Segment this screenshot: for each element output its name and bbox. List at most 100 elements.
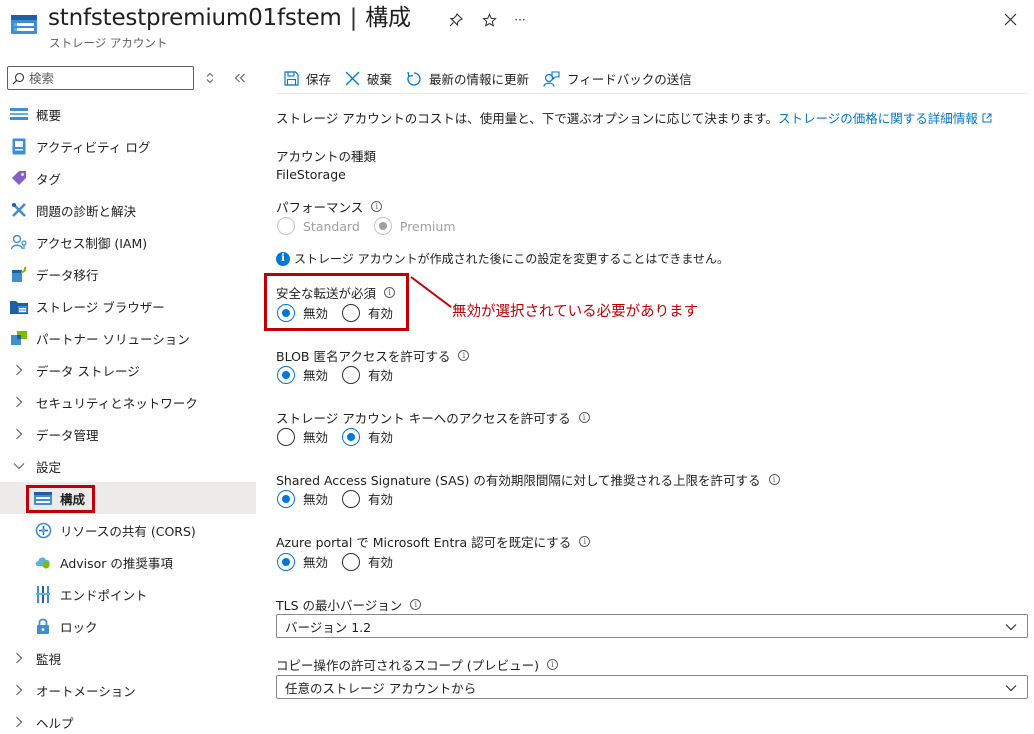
feedback-button[interactable]: フィードバックの送信 xyxy=(543,65,692,93)
sidebar-item-label: 設定 xyxy=(36,459,62,475)
sidebar-group-help[interactable]: ヘルプ xyxy=(0,706,256,734)
sidebar-item-tags[interactable]: タグ xyxy=(0,162,256,194)
sidebar-item-endpoints[interactable]: エンドポイント xyxy=(0,578,256,610)
chevron-right-icon xyxy=(12,681,26,699)
lock-icon xyxy=(34,617,52,635)
radio-label: 有効 xyxy=(368,492,394,507)
radio-off[interactable]: 無効 xyxy=(277,427,328,446)
sidebar-group-data-storage[interactable]: データ ストレージ xyxy=(0,354,256,386)
sidebar-item-overview[interactable]: 概要 xyxy=(0,98,256,130)
title-separator: | xyxy=(349,5,358,31)
storage-account-icon xyxy=(11,15,37,34)
storage-browser-icon xyxy=(10,297,28,315)
radio-on[interactable]: 有効 xyxy=(342,365,393,384)
radio-off[interactable]: 無効 xyxy=(277,303,328,322)
sidebar-item-diagnose[interactable]: 問題の診断と解決 xyxy=(0,194,256,226)
data-migration-icon xyxy=(10,265,28,283)
sidebar-item-label: 概要 xyxy=(36,107,62,123)
info-icon[interactable]: i xyxy=(578,412,590,423)
sidebar-item-advisor[interactable]: Advisor の推奨事項 xyxy=(0,546,256,578)
radio-on[interactable]: 有効 xyxy=(342,489,393,508)
radio-off[interactable]: 無効 xyxy=(277,365,328,384)
overview-icon xyxy=(10,105,28,123)
refresh-label: 最新の情報に更新 xyxy=(429,72,530,87)
favorite-button[interactable] xyxy=(479,10,499,30)
external-link-icon xyxy=(982,113,992,123)
copy-scope-dropdown[interactable]: 任意のストレージ アカウントから xyxy=(276,675,1028,699)
save-button[interactable]: 保存 xyxy=(284,65,331,93)
radio-off[interactable]: 無効 xyxy=(277,552,328,571)
radio-on[interactable]: 有効 xyxy=(342,552,393,571)
sort-toggle[interactable] xyxy=(201,69,219,87)
info-icon[interactable]: i xyxy=(384,287,396,298)
sidebar-group-security-networking[interactable]: セキュリティとネットワーク xyxy=(0,386,256,418)
search-input[interactable] xyxy=(29,70,179,86)
radio-label: 有効 xyxy=(368,430,394,445)
sidebar-group-data-management[interactable]: データ管理 xyxy=(0,418,256,450)
search-icon xyxy=(12,72,25,84)
close-button[interactable] xyxy=(1000,9,1020,29)
blob-anon-label: BLOB 匿名アクセスを許可する xyxy=(276,349,451,364)
sidebar-item-storage-browser[interactable]: ストレージ ブラウザー xyxy=(0,290,256,322)
radio-circle xyxy=(277,427,295,446)
radio-label: 無効 xyxy=(303,492,329,507)
radio-on[interactable]: 有効 xyxy=(342,427,393,446)
account-kind-value: FileStorage xyxy=(276,167,346,182)
save-icon xyxy=(284,71,299,86)
chevron-right-icon xyxy=(12,649,26,667)
radio-label: 無効 xyxy=(303,306,329,321)
sidebar-item-label: リソースの共有 (CORS) xyxy=(60,523,196,539)
sidebar-item-label: 監視 xyxy=(36,651,62,667)
radio-off[interactable]: 無効 xyxy=(277,489,328,508)
sidebar-group-monitoring[interactable]: 監視 xyxy=(0,642,256,674)
pricing-link[interactable]: ストレージの価格に関する詳細情報 xyxy=(778,111,992,126)
discard-button[interactable]: 破棄 xyxy=(345,65,392,93)
info-icon[interactable]: i xyxy=(410,599,422,610)
copy-scope-label: コピー操作の許可されるスコープ (プレビュー) xyxy=(276,658,539,673)
sidebar-item-cors[interactable]: リソースの共有 (CORS) xyxy=(0,514,256,546)
sidebar-group-settings[interactable]: 設定 xyxy=(0,450,256,482)
diagnose-icon xyxy=(10,201,28,219)
sidebar-group-automation[interactable]: オートメーション xyxy=(0,674,256,706)
sidebar-item-locks[interactable]: ロック xyxy=(0,610,256,642)
sidebar-item-iam[interactable]: アクセス制御 (IAM) xyxy=(0,226,256,258)
sidebar-item-data-migration[interactable]: データ移行 xyxy=(0,258,256,290)
radio-circle xyxy=(277,552,295,571)
sidebar-item-activity-log[interactable]: アクティビティ ログ xyxy=(0,130,256,162)
entra-label: Azure portal で Microsoft Entra 認可を既定にする xyxy=(276,535,572,550)
key-access-radio-group: 無効 有効 xyxy=(277,427,407,446)
refresh-button[interactable]: 最新の情報に更新 xyxy=(406,65,529,93)
sidebar-item-configuration[interactable]: 構成 xyxy=(0,482,256,514)
info-icon[interactable]: i xyxy=(546,659,558,670)
performance-notice: i ストレージ アカウントが作成された後にこの設定を変更することはできません。 xyxy=(276,250,729,267)
more-button[interactable]: ··· xyxy=(510,10,530,30)
info-icon[interactable]: i xyxy=(458,350,470,361)
sidebar-item-label: アクセス制御 (IAM) xyxy=(36,235,148,251)
pin-icon xyxy=(449,13,463,27)
chevron-down-icon xyxy=(1005,685,1017,692)
radio-label: Premium xyxy=(399,218,456,234)
info-icon[interactable]: i xyxy=(371,201,383,212)
double-chevron-left-icon xyxy=(234,73,245,83)
info-icon[interactable]: i xyxy=(768,474,780,485)
radio-circle xyxy=(277,365,295,384)
tls-label-row: TLS の最小バージョン i xyxy=(276,595,422,614)
collapse-sidebar-button[interactable] xyxy=(231,69,249,87)
search-box[interactable] xyxy=(7,66,194,90)
copy-scope-value: 任意のストレージ アカウントから xyxy=(285,680,477,696)
info-icon[interactable]: i xyxy=(579,536,591,547)
radio-circle xyxy=(277,303,295,322)
feedback-label: フィードバックの送信 xyxy=(567,72,692,87)
performance-label-row: パフォーマンス i xyxy=(276,197,383,216)
radio-standard: Standard xyxy=(277,217,360,235)
radio-circle xyxy=(277,489,295,508)
blade-header: stnfstestpremium01fstem | 構成 ストレージ アカウント ·… xyxy=(0,0,1034,56)
sidebar-nav: 概要 アクティビティ ログ タグ 問題の診断と解決 アクセス制御 (IAM) デ… xyxy=(0,98,256,734)
refresh-icon xyxy=(407,71,421,86)
tls-version-dropdown[interactable]: バージョン 1.2 xyxy=(276,614,1028,638)
radio-on[interactable]: 有効 xyxy=(342,303,393,322)
entra-label-row: Azure portal で Microsoft Entra 認可を既定にする i xyxy=(276,532,591,551)
sidebar-item-partner-solutions[interactable]: パートナー ソリューション xyxy=(0,322,256,354)
pin-button[interactable] xyxy=(446,10,466,30)
radio-label: 有効 xyxy=(368,555,394,570)
